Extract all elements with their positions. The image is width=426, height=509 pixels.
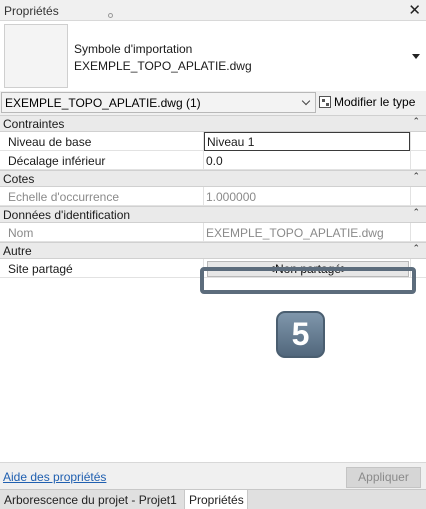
group-name: Contraintes — [3, 117, 65, 131]
close-icon[interactable]: ✕ — [408, 1, 421, 19]
group-name: Cotes — [3, 172, 35, 186]
chevron-down-icon — [301, 96, 311, 106]
type-category: Symbole d'importation — [74, 42, 193, 56]
property-row[interactable]: Niveau de base Niveau 1 — [0, 132, 426, 151]
property-label: Décalage inférieur — [8, 154, 106, 168]
collapse-icon[interactable]: ⌃ — [412, 243, 420, 254]
row-edge — [410, 259, 411, 277]
shared-site-button[interactable]: <Non partagé> — [207, 261, 409, 277]
tab-properties[interactable]: Propriétés — [184, 490, 248, 509]
property-label: Echelle d'occurrence — [8, 190, 120, 204]
panel-footer: Aide des propriétés Appliquer — [0, 462, 426, 489]
instance-filter-value: EXEMPLE_TOPO_APLATIE.dwg (1) — [5, 96, 201, 110]
property-row[interactable]: Décalage inférieur 0.0 — [0, 151, 426, 170]
type-preview-image — [4, 24, 68, 88]
panel-title: Propriétés — [4, 4, 59, 18]
property-row[interactable]: Site partagé <Non partagé> — [0, 259, 426, 278]
row-edge — [410, 132, 411, 150]
property-label: Nom — [8, 226, 34, 240]
property-row: Echelle d'occurrence 1.000000 — [0, 187, 426, 206]
collapse-icon[interactable]: ⌃ — [412, 207, 420, 218]
row-edge — [410, 151, 411, 169]
group-header-cotes[interactable]: Cotes ⌃ — [0, 170, 426, 187]
property-value-readonly: 1.000000 — [206, 190, 257, 204]
properties-help-link[interactable]: Aide des propriétés — [3, 470, 106, 484]
property-row: Nom EXEMPLE_TOPO_APLATIE.dwg — [0, 223, 426, 242]
property-value[interactable]: 0.0 — [206, 154, 223, 168]
group-header-donnees-identification[interactable]: Données d'identification ⌃ — [0, 206, 426, 223]
property-label: Site partagé — [8, 262, 73, 276]
property-value-field[interactable]: Niveau 1 — [204, 132, 410, 151]
column-divider — [203, 151, 204, 169]
type-name: EXEMPLE_TOPO_APLATIE.dwg — [74, 59, 252, 73]
type-dropdown-arrow-icon[interactable] — [412, 54, 420, 59]
callout-badge: 5 — [276, 311, 325, 358]
property-value-readonly: EXEMPLE_TOPO_APLATIE.dwg — [206, 226, 384, 240]
group-header-autre[interactable]: Autre ⌃ — [0, 242, 426, 259]
instance-filter-row: EXEMPLE_TOPO_APLATIE.dwg (1) Modifier le… — [0, 91, 426, 115]
group-name: Données d'identification — [3, 208, 131, 222]
group-name: Autre — [3, 244, 32, 258]
panel-titlebar: Propriétés ✕ — [0, 0, 426, 21]
panel-tabs: Arborescence du projet - Projet1 Proprié… — [0, 489, 426, 509]
property-label: Niveau de base — [8, 135, 92, 149]
row-edge — [410, 223, 411, 241]
apply-button[interactable]: Appliquer — [346, 467, 421, 488]
instance-filter-dropdown[interactable]: EXEMPLE_TOPO_APLATIE.dwg (1) — [1, 92, 316, 113]
tab-project-browser[interactable]: Arborescence du projet - Projet1 — [0, 490, 184, 509]
type-selector[interactable]: Symbole d'importation EXEMPLE_TOPO_APLAT… — [0, 21, 426, 91]
dock-grip-icon[interactable] — [108, 13, 113, 18]
column-divider — [203, 259, 204, 277]
edit-type-icon — [319, 96, 331, 108]
collapse-icon[interactable]: ⌃ — [412, 171, 420, 182]
group-header-contraintes[interactable]: Contraintes ⌃ — [0, 115, 426, 132]
column-divider — [203, 187, 204, 205]
row-edge — [410, 187, 411, 205]
edit-type-label: Modifier le type — [334, 95, 416, 109]
column-divider — [203, 223, 204, 241]
properties-grid: Contraintes ⌃ Niveau de base Niveau 1 Dé… — [0, 115, 426, 294]
collapse-icon[interactable]: ⌃ — [412, 116, 420, 127]
